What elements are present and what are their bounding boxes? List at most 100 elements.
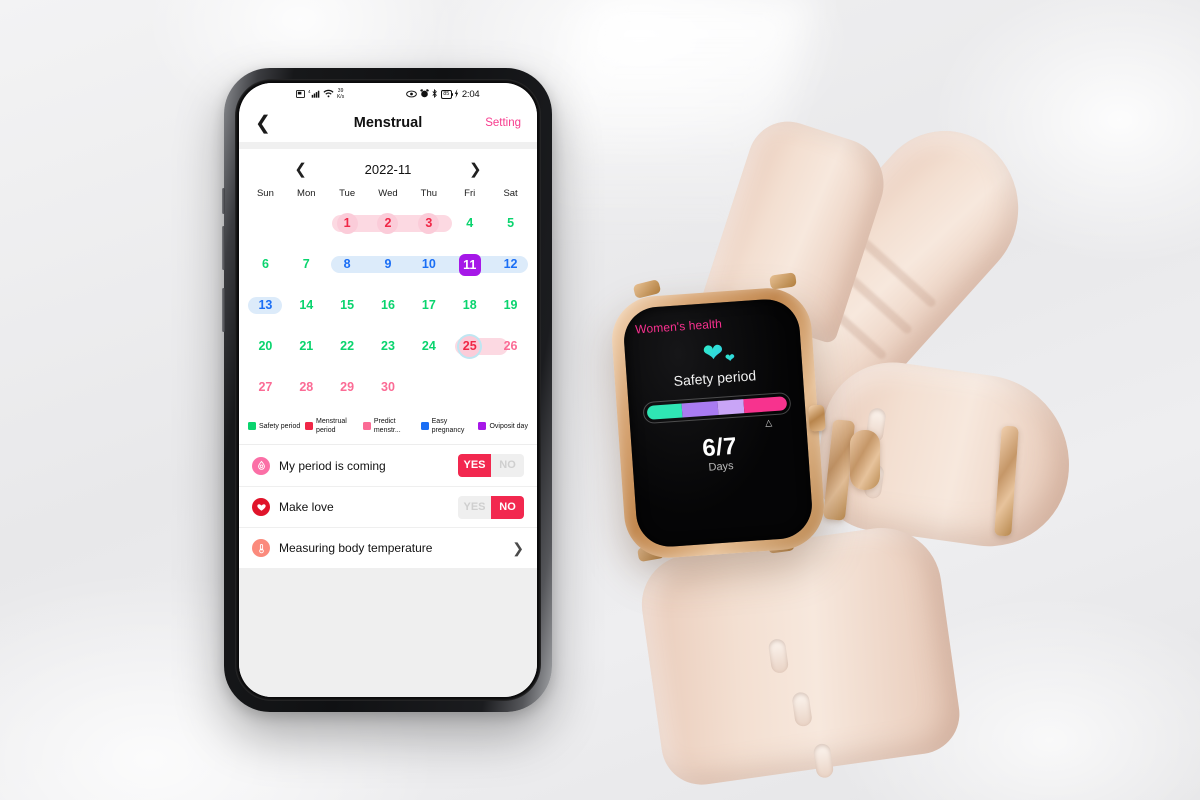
calendar-day bbox=[245, 203, 286, 244]
droplet-icon bbox=[252, 456, 270, 475]
sim-icon bbox=[296, 89, 306, 100]
list-item-body-temperature[interactable]: Measuring body temperature ❯ bbox=[239, 527, 537, 568]
calendar-day[interactable]: 7 bbox=[286, 244, 327, 285]
battery-indicator: 85 bbox=[440, 90, 454, 99]
progress-segment-luteal bbox=[742, 396, 788, 414]
yes-no-toggle-make-love[interactable]: YES NO bbox=[458, 495, 524, 519]
list-item-make-love[interactable]: Make love YES NO bbox=[239, 486, 537, 527]
heart-icon bbox=[252, 498, 270, 516]
watch-strap-lower bbox=[635, 520, 965, 790]
calendar-day[interactable]: 2 bbox=[368, 203, 409, 244]
legend-swatch-safety bbox=[248, 422, 256, 430]
calendar-day[interactable]: 18 bbox=[449, 285, 490, 326]
prev-month-button[interactable]: ❮ bbox=[294, 162, 307, 177]
calendar-day-oviposit[interactable]: 11 bbox=[449, 244, 490, 285]
weekday-label: Sun bbox=[256, 188, 274, 199]
calendar-day-today[interactable]: 25 bbox=[449, 326, 490, 367]
eye-icon bbox=[406, 90, 418, 100]
calendar-day[interactable]: 5 bbox=[490, 203, 531, 244]
legend-item-safety: Safety period bbox=[248, 422, 300, 431]
legend-item-predict: Predict menstr... bbox=[362, 417, 416, 435]
charging-icon bbox=[454, 89, 459, 100]
calendar-day bbox=[490, 367, 531, 408]
calendar-day[interactable]: 9 bbox=[368, 244, 409, 285]
no-button[interactable]: NO bbox=[491, 495, 524, 519]
calendar-day[interactable]: 23 bbox=[368, 326, 409, 367]
calendar-day[interactable]: 13 bbox=[245, 285, 286, 326]
calendar-week: 1 2 3 4 5 bbox=[245, 203, 531, 244]
month-selector: ❮ 2022-11 ❯ bbox=[239, 149, 537, 186]
calendar-day[interactable]: 15 bbox=[327, 285, 368, 326]
weekday-label: Wed bbox=[378, 188, 398, 199]
wifi-icon bbox=[323, 89, 334, 100]
next-month-button[interactable]: ❯ bbox=[469, 162, 482, 177]
phone-bezel: 4 39 K/s 85 2:04 ❮ Menstrual Setting ❮ 2… bbox=[235, 79, 541, 701]
calendar-day[interactable]: 26 bbox=[490, 326, 531, 367]
calendar-day[interactable]: 1 bbox=[327, 203, 368, 244]
status-bar-right: 85 2:04 bbox=[406, 88, 480, 100]
legend-label: Easy pregnancy bbox=[431, 418, 465, 434]
yes-button[interactable]: YES bbox=[458, 454, 491, 477]
app-header: ❮ Menstrual Setting bbox=[239, 104, 537, 142]
watch-crown-button[interactable] bbox=[808, 404, 826, 432]
calendar-day[interactable]: 19 bbox=[490, 285, 531, 326]
watch-buckle-tongue bbox=[850, 430, 880, 490]
weekday-header: Sun Mon Tue Wed Thu Fri Sat bbox=[239, 186, 537, 203]
calendar-day[interactable]: 20 bbox=[245, 326, 286, 367]
weekday-label: Mon bbox=[297, 188, 316, 199]
phone-device: 4 39 K/s 85 2:04 ❮ Menstrual Setting ❮ 2… bbox=[222, 68, 552, 712]
calendar-day[interactable]: 6 bbox=[245, 244, 286, 285]
calendar-day[interactable]: 27 bbox=[245, 367, 286, 408]
month-label: 2022-11 bbox=[364, 162, 412, 177]
progress-segment-fertile bbox=[681, 400, 719, 418]
alarm-icon bbox=[419, 88, 429, 100]
progress-segment-menstrual bbox=[646, 403, 683, 420]
calendar-day[interactable]: 3 bbox=[408, 203, 449, 244]
legend-swatch-easy-pregnancy bbox=[420, 422, 429, 430]
empty-area bbox=[239, 568, 537, 697]
legend-swatch-predict bbox=[362, 422, 371, 430]
calendar-week: 20 21 22 23 24 25 26 bbox=[245, 326, 531, 367]
calendar-day[interactable]: 28 bbox=[286, 367, 327, 408]
legend-item-menstrual: Menstrual period bbox=[305, 417, 358, 435]
calendar-day bbox=[408, 367, 449, 408]
calendar-day[interactable]: 17 bbox=[408, 285, 449, 326]
calendar-day bbox=[286, 203, 327, 244]
calendar-day[interactable]: 4 bbox=[449, 203, 490, 244]
header-divider bbox=[239, 142, 537, 149]
calendar-day[interactable]: 24 bbox=[408, 326, 449, 367]
chevron-right-icon[interactable]: ❯ bbox=[512, 540, 524, 557]
list-item-period-coming[interactable]: My period is coming YES NO bbox=[239, 445, 537, 486]
calendar-day[interactable]: 12 bbox=[490, 244, 531, 285]
phone-power-button[interactable] bbox=[222, 288, 225, 332]
setting-button[interactable]: Setting bbox=[485, 117, 521, 129]
yes-no-toggle-period[interactable]: YES NO bbox=[458, 454, 524, 477]
calendar-day[interactable]: 14 bbox=[286, 285, 327, 326]
watch-screen: Women's health ❤ ❤ Safety period △ 6/7 Da… bbox=[621, 297, 815, 549]
calendar-day[interactable]: 22 bbox=[327, 326, 368, 367]
list-item-label: Measuring body temperature bbox=[279, 541, 433, 555]
phone-volume-up-button[interactable] bbox=[222, 188, 225, 214]
phone-volume-down-button[interactable] bbox=[222, 226, 225, 270]
list-item-label: My period is coming bbox=[279, 458, 386, 473]
legend-swatch-oviposit bbox=[478, 422, 487, 430]
legend-item-oviposit: Oviposit day bbox=[478, 422, 528, 431]
calendar-legend: Safety period Menstrual period Predict m… bbox=[239, 414, 537, 444]
weekday-label: Tue bbox=[339, 188, 356, 199]
legend-label: Safety period bbox=[259, 422, 301, 430]
no-button[interactable]: NO bbox=[491, 454, 524, 477]
bluetooth-icon bbox=[431, 88, 438, 100]
calendar-day[interactable]: 21 bbox=[286, 326, 327, 367]
calendar-week: 27 28 29 30 bbox=[245, 367, 531, 408]
back-button[interactable]: ❮ bbox=[255, 114, 271, 133]
options-list: My period is coming YES NO Make love YES… bbox=[239, 445, 537, 568]
calendar-day bbox=[449, 367, 490, 408]
calendar-day[interactable]: 8 bbox=[327, 244, 368, 285]
legend-label: Predict menstr... bbox=[373, 418, 401, 434]
calendar-day[interactable]: 29 bbox=[327, 367, 368, 408]
yes-button[interactable]: YES bbox=[458, 495, 491, 519]
calendar-day[interactable]: 16 bbox=[368, 285, 409, 326]
weekday-label: Fri bbox=[464, 188, 476, 199]
calendar-day[interactable]: 10 bbox=[408, 244, 449, 285]
calendar-day[interactable]: 30 bbox=[368, 367, 409, 408]
